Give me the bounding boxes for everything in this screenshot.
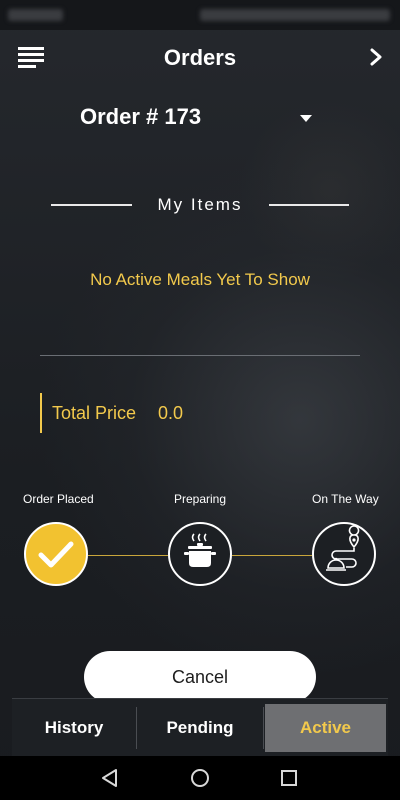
app-bar: Orders bbox=[0, 30, 400, 88]
chevron-right-icon[interactable] bbox=[366, 47, 386, 67]
status-bar-left-info bbox=[8, 9, 63, 21]
caret-down-icon bbox=[300, 115, 312, 122]
step-label-on-the-way: On The Way bbox=[312, 492, 379, 506]
tab-history[interactable]: History bbox=[12, 704, 136, 752]
total-price-label: Total Price bbox=[52, 403, 137, 423]
check-icon bbox=[38, 541, 74, 568]
page-title: Orders bbox=[163, 45, 237, 70]
divider bbox=[40, 355, 360, 356]
system-nav-bar bbox=[0, 756, 400, 800]
total-accent-bar bbox=[40, 393, 42, 433]
tab-active[interactable]: Active bbox=[265, 704, 386, 752]
total-price-value: 0.0 bbox=[158, 403, 184, 423]
empty-items-message: No Active Meals Yet To Show bbox=[90, 270, 310, 289]
progress-connector bbox=[88, 555, 168, 556]
order-progress-tracker: Order Placed Preparing On The Way bbox=[0, 492, 400, 592]
tab-divider bbox=[263, 707, 264, 749]
cancel-button[interactable]: Cancel bbox=[84, 651, 316, 703]
status-bar-right-info bbox=[200, 9, 390, 21]
back-icon[interactable] bbox=[100, 768, 120, 788]
total-price: Total Price 0.0 bbox=[40, 393, 340, 433]
cooking-pot-icon bbox=[184, 533, 216, 567]
home-icon[interactable] bbox=[189, 767, 211, 789]
step-label-order-placed: Order Placed bbox=[23, 492, 94, 506]
progress-connector bbox=[232, 555, 312, 556]
step-preparing bbox=[168, 522, 232, 586]
tab-pending[interactable]: Pending bbox=[137, 704, 263, 752]
step-on-the-way bbox=[312, 522, 376, 586]
heading-line-right bbox=[269, 204, 349, 206]
order-tabs: History Pending Active bbox=[12, 698, 388, 757]
order-dropdown-label: Order # 173 bbox=[80, 104, 202, 129]
items-section-heading: My Items bbox=[0, 193, 400, 217]
step-label-preparing: Preparing bbox=[174, 492, 227, 506]
order-dropdown[interactable]: Order # 173 bbox=[80, 104, 320, 134]
recents-icon[interactable] bbox=[280, 769, 298, 787]
step-order-placed bbox=[24, 522, 88, 586]
delivery-route-icon bbox=[326, 525, 360, 571]
status-bar bbox=[0, 0, 400, 30]
